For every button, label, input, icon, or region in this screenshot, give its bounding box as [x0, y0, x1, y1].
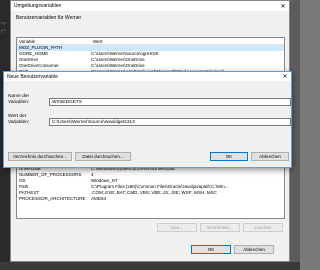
browse-buttons: Verzeichnis durchsuchen... Datei durchsu…	[8, 152, 131, 161]
name-input[interactable]: WXWIDGETS	[49, 98, 291, 106]
close-icon[interactable]: ✕	[279, 73, 291, 80]
ok-button[interactable]: OK	[191, 245, 231, 254]
dialog-title: Umgebungsvariablen	[14, 3, 62, 9]
system-variables-list[interactable]: DriverData C:\Windows\System32\Drivers\Dr…	[16, 165, 285, 219]
code-snippet: ry	[1, 22, 6, 26]
new-user-variable-dialog: Neue Benutzervariable ✕ Name der Variabl…	[3, 71, 292, 168]
variable-value: AMD64	[91, 196, 107, 201]
modal-titlebar: Neue Benutzervariable ✕	[4, 72, 291, 81]
browse-file-button[interactable]: Datei durchsuchen...	[75, 152, 131, 161]
system-buttons: Neu... Bearbeiten... Löschen	[157, 223, 283, 232]
modal-buttons: OK Abbrechen	[210, 152, 289, 161]
name-label: Name der Variablen:	[8, 94, 30, 105]
cancel-button[interactable]: Abbrechen	[251, 152, 289, 161]
close-icon[interactable]: ✕	[277, 3, 289, 10]
list-header: Variable Wert	[17, 38, 284, 45]
delete-button[interactable]: Löschen	[243, 223, 283, 232]
column-variable[interactable]: Variable	[17, 38, 91, 44]
new-button[interactable]: Neu...	[157, 223, 197, 232]
ok-button[interactable]: OK	[210, 152, 248, 161]
dialog-buttons: OK Abbrechen	[191, 245, 274, 254]
code-snippet: ("	[1, 30, 6, 34]
taskbar-strip	[0, 262, 300, 270]
modal-title: Neue Benutzervariable	[7, 73, 58, 80]
edit-button[interactable]: Bearbeiten...	[200, 223, 240, 232]
browse-directory-button[interactable]: Verzeichnis durchsuchen...	[8, 152, 72, 161]
value-label: Wert der Variablen:	[8, 114, 30, 125]
user-variables-label: Benutzervariablen für Werner	[16, 15, 82, 21]
variable-name: PROCESSOR_ARCHITECTURE	[19, 196, 86, 201]
value-input[interactable]: C:\Users\Werner\source\wxwidgets313	[49, 118, 291, 126]
dialog-titlebar: Umgebungsvariablen ✕	[11, 1, 289, 11]
table-row[interactable]: PROCESSOR_ARCHITECTURE AMD64	[17, 196, 284, 202]
column-value[interactable]: Wert	[91, 38, 102, 44]
cancel-button[interactable]: Abbrechen	[234, 245, 274, 254]
